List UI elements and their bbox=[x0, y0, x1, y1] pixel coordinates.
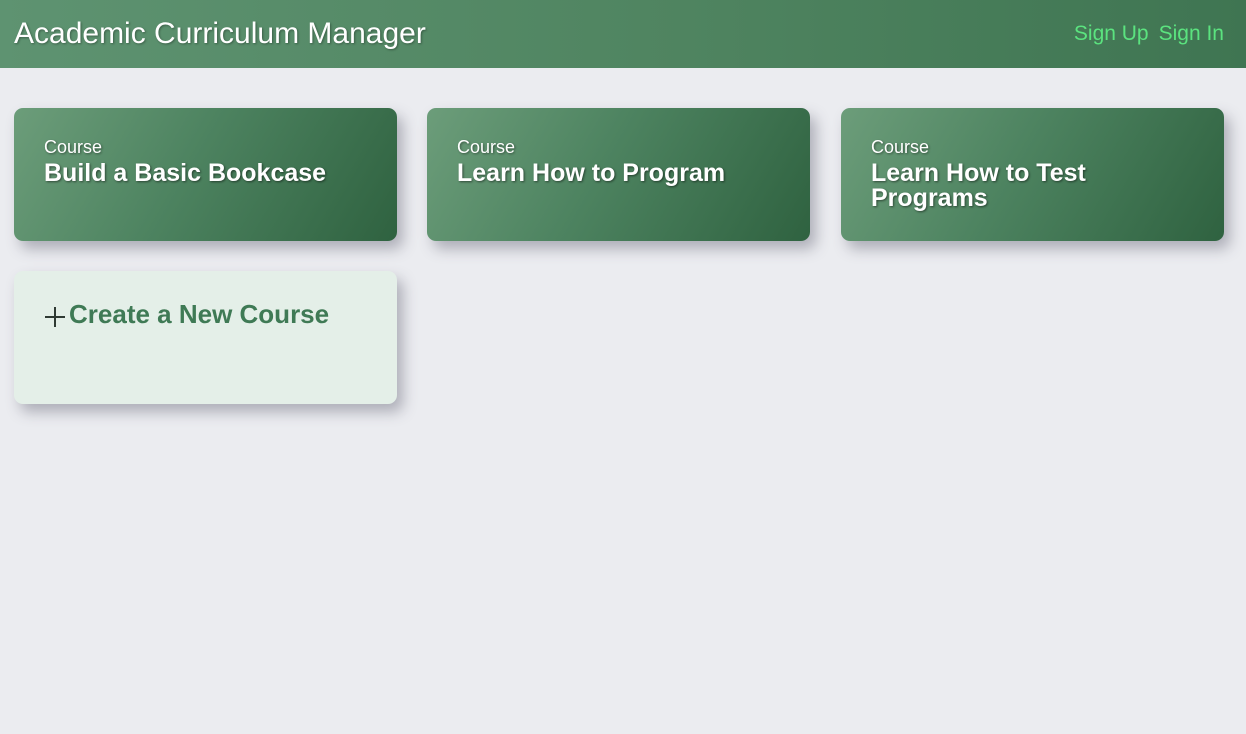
app-title: Academic Curriculum Manager bbox=[14, 17, 426, 50]
course-kicker: Course bbox=[457, 137, 516, 157]
course-title: Learn How to Test Programs bbox=[871, 159, 1086, 212]
course-kicker: Course bbox=[871, 137, 930, 157]
course-kicker: Course bbox=[44, 137, 103, 157]
course-title: Learn How to Program bbox=[457, 159, 726, 187]
auth-links: Sign Up Sign In bbox=[1074, 22, 1224, 46]
plus-icon bbox=[44, 304, 66, 327]
sign-up-link[interactable]: Sign Up bbox=[1074, 22, 1149, 46]
course-title: Build a Basic Bookcase bbox=[44, 159, 327, 187]
create-course-button[interactable]: Create a New Course bbox=[44, 299, 367, 330]
create-course-card[interactable]: Create a New Course bbox=[14, 271, 397, 404]
app-header: Academic Curriculum Manager Sign Up Sign… bbox=[0, 0, 1246, 68]
course-card[interactable]: Course Learn How to Program bbox=[427, 108, 810, 241]
sign-in-link[interactable]: Sign In bbox=[1159, 22, 1224, 46]
course-card[interactable]: Course Build a Basic Bookcase bbox=[14, 108, 397, 241]
course-grid: Course Build a Basic Bookcase Course Lea… bbox=[0, 68, 1246, 734]
course-card[interactable]: Course Learn How to Test Programs bbox=[841, 108, 1224, 241]
create-course-label: Create a New Course bbox=[69, 299, 330, 329]
